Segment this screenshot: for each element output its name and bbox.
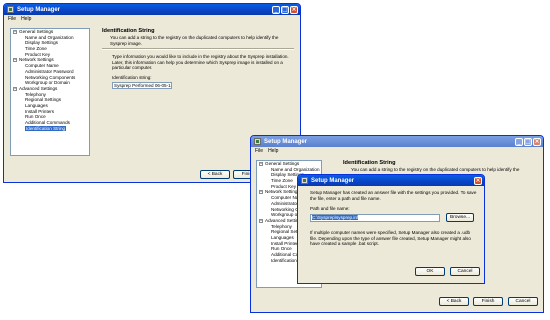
finish-button[interactable]: Finish bbox=[473, 297, 503, 306]
menu-file[interactable]: File bbox=[255, 148, 263, 154]
content-panel: Identification String You can add a stri… bbox=[343, 160, 539, 173]
window-title: Setup Manager bbox=[17, 6, 61, 13]
dialog-cancel-button[interactable]: Cancel bbox=[450, 267, 480, 276]
path-label: Path and file name: bbox=[310, 206, 350, 212]
page-title: Identification String bbox=[343, 160, 396, 166]
title-bar[interactable]: Setup Manager _ □ × bbox=[251, 136, 543, 147]
browse-button[interactable]: Browse... bbox=[446, 213, 474, 223]
title-bar[interactable]: Setup Manager _ □ × bbox=[4, 4, 300, 15]
menu-help[interactable]: Help bbox=[268, 148, 278, 154]
tree-item[interactable]: Identification String bbox=[11, 125, 89, 132]
menu-file[interactable]: File bbox=[8, 16, 16, 22]
dialog-close-button[interactable]: × bbox=[474, 176, 482, 185]
back-button[interactable]: < Back bbox=[439, 297, 469, 306]
page-instructions: Type information you would like to inclu… bbox=[112, 54, 289, 70]
collapse-icon[interactable]: − bbox=[259, 190, 263, 195]
dialog-note: If multiple computer names were specifie… bbox=[310, 230, 471, 247]
close-button[interactable]: × bbox=[290, 5, 298, 14]
close-button[interactable]: × bbox=[533, 137, 541, 146]
minimize-button[interactable]: _ bbox=[515, 137, 523, 146]
setup-manager-icon bbox=[254, 138, 261, 145]
dialog-title-bar[interactable]: Setup Manager × bbox=[298, 175, 484, 186]
maximize-button[interactable]: □ bbox=[281, 5, 289, 14]
ok-button[interactable]: OK bbox=[415, 267, 445, 276]
content-panel: Identification String You can add a stri… bbox=[102, 28, 294, 89]
path-input[interactable]: C:\Sysprep\sysprep.inf bbox=[310, 213, 440, 222]
collapse-icon[interactable]: − bbox=[259, 218, 263, 223]
maximize-button[interactable]: □ bbox=[524, 137, 532, 146]
tree-item-label: Identification String bbox=[25, 125, 67, 132]
settings-tree[interactable]: − General Settings Name and Organization Di… bbox=[10, 28, 90, 156]
page-description: You can add a string to the registry on … bbox=[351, 167, 520, 172]
collapse-icon[interactable]: − bbox=[13, 86, 17, 91]
cancel-button[interactable]: Cancel bbox=[508, 297, 538, 306]
dialog-title: Setup Manager bbox=[311, 177, 355, 184]
divider bbox=[102, 48, 294, 50]
collapse-icon[interactable]: − bbox=[13, 29, 17, 34]
setup-manager-icon bbox=[301, 177, 308, 184]
page-title: Identification String bbox=[102, 28, 155, 34]
collapse-icon[interactable]: − bbox=[259, 161, 263, 166]
menu-help[interactable]: Help bbox=[21, 16, 31, 22]
collapse-icon[interactable]: − bbox=[13, 58, 17, 63]
window-title: Setup Manager bbox=[264, 138, 308, 145]
dialog-message: Setup Manager has created an answer file… bbox=[310, 190, 477, 201]
identification-string-input[interactable]: Sysprep Performed 06-05-12 bbox=[112, 81, 172, 89]
setup-manager-icon bbox=[7, 6, 14, 13]
minimize-button[interactable]: _ bbox=[272, 5, 280, 14]
path-input-value: C:\Sysprep\sysprep.inf bbox=[312, 214, 359, 220]
menu-bar: File Help bbox=[251, 147, 543, 155]
save-answer-file-dialog: Setup Manager × Setup Manager has create… bbox=[297, 174, 485, 284]
menu-bar: File Help bbox=[4, 15, 300, 23]
back-button[interactable]: < Back bbox=[200, 170, 230, 179]
page-description: You can add a string to the registry on … bbox=[110, 35, 279, 46]
identification-string-label: Identification string: bbox=[112, 74, 152, 80]
